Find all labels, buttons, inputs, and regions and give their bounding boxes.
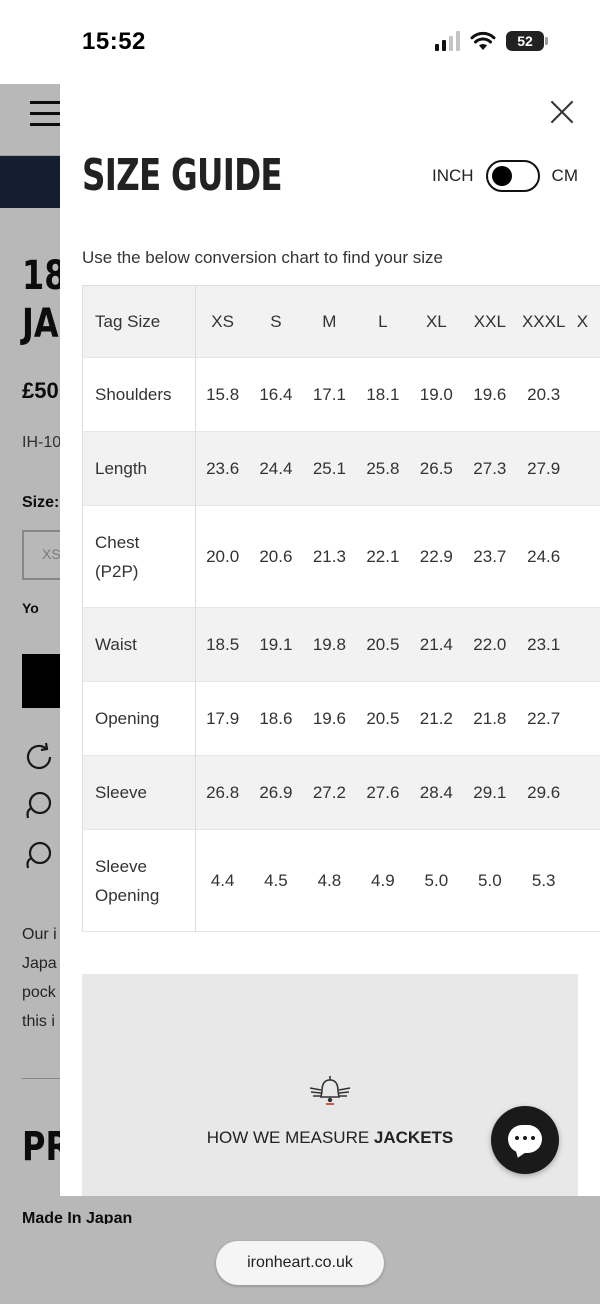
table-cell: 21.8 <box>473 708 507 728</box>
close-icon[interactable] <box>550 100 574 124</box>
table-cell: 24.4 <box>259 458 293 478</box>
table-cell: 19.0 <box>419 384 453 404</box>
table-cell: 18.5 <box>206 634 240 654</box>
size-table: Tag Size XS S M L XL XXL XXXL X Shoulder… <box>82 285 600 932</box>
table-cell: 25.1 <box>312 458 346 478</box>
size-guide-modal: SIZE GUIDE INCH CM Use the below convers… <box>60 84 600 1196</box>
size-header: S <box>270 311 282 331</box>
table-cell: 20.0 <box>206 546 240 566</box>
size-header: XS <box>211 311 234 331</box>
unit-switch[interactable] <box>485 160 540 192</box>
table-cell: 26.9 <box>259 782 293 802</box>
table-cell: 27.2 <box>312 782 346 802</box>
row-label: Chest (P2P) <box>82 505 197 608</box>
table-cell: 18.1 <box>366 384 400 404</box>
table-cell: 22.0 <box>473 634 507 654</box>
table-cell: 22.1 <box>366 546 400 566</box>
table-cell: 23.6 <box>206 458 240 478</box>
table-cell: 4.9 <box>371 870 395 890</box>
row-label: Waist <box>82 607 197 682</box>
table-cell: 26.5 <box>419 458 453 478</box>
table-row: Sleeve Opening 4.4 4.5 4.8 4.9 5.0 5.0 5.… <box>82 829 600 932</box>
table-row: Waist 18.5 19.1 19.8 20.5 21.4 22.0 23.1 <box>82 607 600 682</box>
table-cell: 22.7 <box>527 708 561 728</box>
row-label: Length <box>82 431 197 506</box>
table-cell: 17.1 <box>312 384 346 404</box>
table-cell: 5.3 <box>531 870 556 890</box>
size-header: XXXL <box>521 311 566 331</box>
intro-text: Use the below conversion chart to find y… <box>82 248 443 267</box>
table-cell: 22.9 <box>419 546 453 566</box>
table-cell: 20.5 <box>366 634 400 654</box>
table-cell: 24.6 <box>527 546 561 566</box>
size-header: X <box>576 311 589 331</box>
table-cell: 23.7 <box>473 546 507 566</box>
table-row: Length 23.6 24.4 25.1 25.8 26.5 27.3 27.… <box>82 431 600 506</box>
table-cell: 21.3 <box>312 546 346 566</box>
unit-inch-label[interactable]: INCH <box>432 166 474 186</box>
table-cell: 21.2 <box>419 708 453 728</box>
table-cell: 5.0 <box>424 870 449 890</box>
modal-title: SIZE GUIDE <box>82 150 283 201</box>
signal-icon <box>435 31 460 51</box>
table-cell: 19.8 <box>312 634 346 654</box>
row-label: Sleeve Opening <box>82 829 197 932</box>
size-header: XL <box>425 311 447 331</box>
table-cell: 5.0 <box>478 870 502 890</box>
unit-toggle: INCH CM <box>432 160 578 192</box>
table-row: Sleeve 26.8 26.9 27.2 27.6 28.4 29.1 29.… <box>82 755 600 830</box>
status-time: 15:52 <box>82 28 146 55</box>
table-cell: 16.4 <box>259 384 293 404</box>
table-cell: 19.6 <box>473 384 507 404</box>
table-cell: 29.1 <box>473 782 507 802</box>
table-cell: 4.8 <box>317 870 342 890</box>
row-label: Opening <box>82 681 197 756</box>
switch-knob <box>491 166 512 186</box>
table-row: Opening 17.9 18.6 19.6 20.5 21.2 21.8 22… <box>82 681 600 756</box>
table-cell: 17.9 <box>206 708 240 728</box>
table-cell: 19.6 <box>312 708 346 728</box>
table-row: Chest (P2P) 20.0 20.6 21.3 22.1 22.9 23.7… <box>82 505 600 608</box>
battery-icon: 52 <box>506 31 548 51</box>
table-cell: 23.1 <box>527 634 561 654</box>
url-bar[interactable]: ironheart.co.uk <box>216 1241 384 1285</box>
unit-cm-label[interactable]: CM <box>552 166 578 186</box>
table-cell: 15.8 <box>206 384 240 404</box>
chat-button[interactable] <box>491 1106 559 1174</box>
size-header: L <box>378 311 388 331</box>
table-cell: 25.8 <box>366 458 400 478</box>
table-row: Shoulders 15.8 16.4 17.1 18.1 19.0 19.6 … <box>82 357 600 432</box>
row-label: Sleeve <box>82 755 197 830</box>
size-header: XXL <box>473 311 506 331</box>
wifi-icon <box>470 31 496 50</box>
winged-bell-icon <box>309 1076 351 1105</box>
table-cell: 26.8 <box>206 782 240 802</box>
table-cell: 27.3 <box>473 458 507 478</box>
status-bar: 15:52 52 <box>0 0 600 84</box>
table-cell: 20.6 <box>259 546 293 566</box>
row-label: Shoulders <box>82 357 197 432</box>
table-cell: 4.5 <box>264 870 288 890</box>
table-cell: 20.5 <box>366 708 400 728</box>
table-cell: 27.9 <box>527 458 561 478</box>
size-header: M <box>322 311 337 331</box>
table-cell: 27.6 <box>366 782 400 802</box>
table-cell: 29.6 <box>527 782 561 802</box>
chat-bubble-icon <box>508 1125 542 1153</box>
table-cell: 20.3 <box>527 384 561 404</box>
table-cell: 4.4 <box>210 870 235 890</box>
table-cell: 28.4 <box>419 782 453 802</box>
table-header-row: Tag Size XS S M L XL XXL XXXL X <box>82 285 600 358</box>
table-cell: 19.1 <box>259 634 293 654</box>
tag-size-header: Tag Size <box>82 285 197 358</box>
status-icons: 52 <box>435 31 548 51</box>
browser-bottom-bar: ironheart.co.uk <box>0 1224 600 1304</box>
table-cell: 21.4 <box>419 634 453 654</box>
table-cell: 18.6 <box>259 708 293 728</box>
